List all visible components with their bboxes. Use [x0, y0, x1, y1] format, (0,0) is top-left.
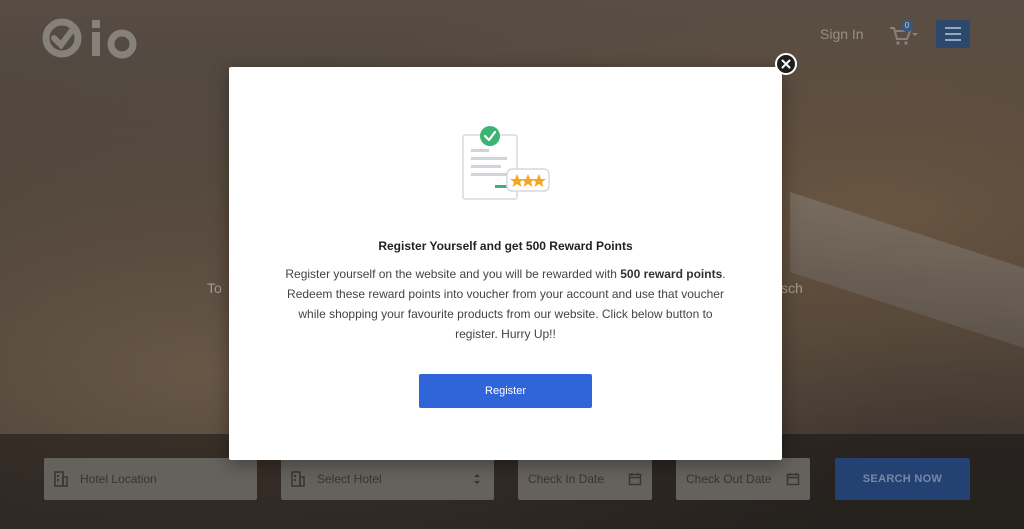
modal-close-button[interactable] [775, 53, 797, 75]
close-icon [781, 59, 791, 69]
register-button[interactable]: Register [419, 374, 592, 408]
modal-body-bold: 500 reward points [620, 267, 723, 281]
modal-body-part1: Register yourself on the website and you… [285, 267, 621, 281]
modal-title: Register Yourself and get 500 Reward Poi… [378, 239, 633, 253]
reward-points-modal: Register Yourself and get 500 Reward Poi… [229, 67, 782, 460]
reward-document-icon [462, 126, 550, 200]
modal-body-text: Register yourself on the website and you… [285, 264, 726, 344]
